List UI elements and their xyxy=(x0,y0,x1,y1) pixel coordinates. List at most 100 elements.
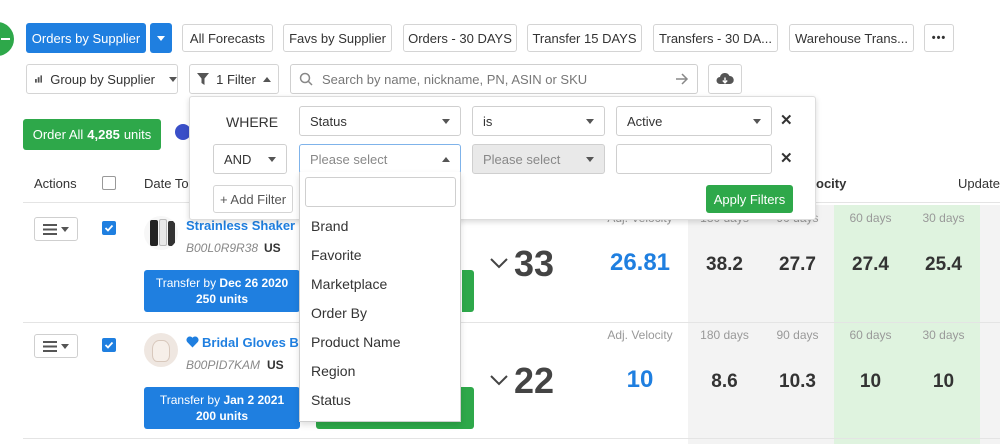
dropdown-option-region[interactable]: Region xyxy=(300,357,460,386)
filter-field-select[interactable]: Status xyxy=(299,106,461,136)
adj-velocity-label: Adj. Velocity xyxy=(607,328,673,342)
product-thumbnail[interactable] xyxy=(144,333,178,367)
adj-velocity-value[interactable]: 26.81 xyxy=(590,249,690,277)
chevron-down-icon xyxy=(442,118,450,124)
row-actions-menu-button[interactable] xyxy=(34,217,78,241)
transfer-button[interactable]: Transfer by Jan 2 2021 200 units xyxy=(144,387,300,429)
velocity-180-label: 180 days xyxy=(700,328,749,342)
add-circle-icon[interactable] xyxy=(0,22,14,56)
search-input[interactable]: Search by name, nickname, PN, ASIN or SK… xyxy=(322,72,666,87)
velocity-180-column-bg xyxy=(688,205,834,444)
product-region: US xyxy=(264,241,281,255)
chevron-down-icon xyxy=(268,156,276,162)
view-transfers-30-days-button[interactable]: Transfers - 30 DA... xyxy=(653,24,778,52)
velocity-90-value: 10.3 xyxy=(779,371,816,392)
order-all-prefix: Order All xyxy=(32,127,84,142)
funnel-icon xyxy=(197,73,210,85)
filter-value-input-2[interactable] xyxy=(616,144,772,174)
view-transfer-15-days-button[interactable]: Transfer 15 DAYS xyxy=(527,24,642,52)
order-quantity: 22 xyxy=(514,360,555,401)
transfer-prefix: Transfer by xyxy=(155,276,217,290)
bar-chart-icon xyxy=(35,75,43,83)
view-all-forecasts-button[interactable]: All Forecasts xyxy=(182,24,273,52)
filter-operator-placeholder: Please select xyxy=(483,151,561,167)
filter-panel: WHERE Status is Active ✕ AND Please sele… xyxy=(189,96,816,220)
select-all-checkbox[interactable] xyxy=(102,176,116,190)
filter-field-value: Status xyxy=(310,113,347,129)
transfer-button[interactable]: Transfer by Dec 26 2020 250 units xyxy=(144,270,300,312)
filter-conjunction-select[interactable]: AND xyxy=(213,144,287,174)
filter-operator-select[interactable]: is xyxy=(472,106,605,136)
velocity-60-label: 60 days xyxy=(849,328,892,342)
filter-value-value: Active xyxy=(627,113,663,129)
velocity-30-value: 25.4 xyxy=(925,254,962,275)
filter-field-select-2[interactable]: Please select xyxy=(299,144,461,174)
favorite-heart-icon[interactable] xyxy=(186,336,199,351)
search-box[interactable]: Search by name, nickname, PN, ASIN or SK… xyxy=(290,64,698,94)
chevron-down-icon xyxy=(586,118,594,124)
view-orders-30-days-button[interactable]: Orders - 30 DAYS xyxy=(403,24,517,52)
chevron-down-icon xyxy=(586,156,594,162)
product-sku: B00PID7KAM xyxy=(186,358,261,372)
filter-toggle-button[interactable]: 1 Filter xyxy=(189,64,279,94)
row-checkbox[interactable] xyxy=(102,338,116,352)
remove-filter-icon[interactable]: ✕ xyxy=(780,111,793,129)
product-name-link[interactable]: Strainless Shaker xyxy=(186,218,295,233)
product-name-link[interactable]: Bridal Gloves BU xyxy=(202,335,308,350)
view-orders-by-supplier-button[interactable]: Orders by Supplier xyxy=(26,23,146,53)
order-all-button[interactable]: Order All 4,285 units xyxy=(23,119,161,150)
order-quantity: 33 xyxy=(514,243,555,284)
row-divider xyxy=(23,322,1000,323)
checkmark-icon xyxy=(104,341,114,349)
field-options-dropdown: Brand Favorite Marketplace Order By Prod… xyxy=(299,172,461,422)
dropdown-option-marketplace[interactable]: Marketplace xyxy=(300,270,460,299)
group-by-select[interactable]: Group by Supplier xyxy=(26,64,178,94)
transfer-date: Jan 2 2021 xyxy=(223,393,285,407)
filter-value-select[interactable]: Active xyxy=(616,106,772,136)
product-thumbnail[interactable] xyxy=(144,216,178,250)
dropdown-option-product-name[interactable]: Product Name xyxy=(300,328,460,357)
dropdown-option-brand[interactable]: Brand xyxy=(300,212,460,241)
menu-icon xyxy=(43,340,57,352)
transfer-date: Dec 26 2020 xyxy=(219,276,289,290)
filter-count-label: 1 Filter xyxy=(216,71,256,87)
more-views-button[interactable]: ••• xyxy=(924,24,954,52)
order-button[interactable] xyxy=(462,270,474,312)
velocity-90-label: 90 days xyxy=(776,328,819,342)
chevron-down-icon xyxy=(169,76,177,82)
velocity-60-label: 60 days xyxy=(849,211,892,225)
dropdown-option-status[interactable]: Status xyxy=(300,386,460,415)
chevron-down-icon xyxy=(753,118,761,124)
filter-field-placeholder: Please select xyxy=(310,151,388,167)
row-checkbox[interactable] xyxy=(102,221,116,235)
group-by-label: Group by Supplier xyxy=(50,71,155,87)
row-actions-menu-button[interactable] xyxy=(34,334,78,358)
chevron-down-icon xyxy=(61,343,69,349)
chevron-down-icon xyxy=(61,226,69,232)
header-date-to[interactable]: Date To xyxy=(144,176,189,191)
view-warehouse-transfers-button[interactable]: Warehouse Trans... xyxy=(789,24,914,52)
dropdown-option-order-by[interactable]: Order By xyxy=(300,299,460,328)
dropdown-search-input[interactable] xyxy=(305,177,456,207)
adj-velocity-value[interactable]: 10 xyxy=(590,366,690,394)
add-filter-button[interactable]: + Add Filter xyxy=(213,185,293,213)
dropdown-option-favorite[interactable]: Favorite xyxy=(300,241,460,270)
expand-chevron-icon[interactable] xyxy=(489,257,509,272)
download-button[interactable] xyxy=(708,64,742,94)
header-velocity: ocity xyxy=(816,176,847,191)
transfer-units: 200 units xyxy=(195,409,249,423)
filter-operator-select-2[interactable]: Please select xyxy=(472,144,605,174)
product-region: US xyxy=(267,358,284,372)
arrow-right-icon[interactable] xyxy=(675,73,689,85)
checkmark-icon xyxy=(104,224,114,232)
view-favs-by-supplier-button[interactable]: Favs by Supplier xyxy=(283,24,392,52)
view-dropdown-button[interactable] xyxy=(150,23,172,53)
menu-icon xyxy=(43,223,57,235)
velocity-30-label: 30 days xyxy=(922,328,965,342)
apply-filters-button[interactable]: Apply Filters xyxy=(706,185,793,213)
chevron-down-icon xyxy=(157,35,165,41)
where-label: WHERE xyxy=(226,114,279,130)
row-divider xyxy=(23,438,1000,439)
remove-filter-icon[interactable]: ✕ xyxy=(780,149,793,167)
expand-chevron-icon[interactable] xyxy=(489,374,509,389)
